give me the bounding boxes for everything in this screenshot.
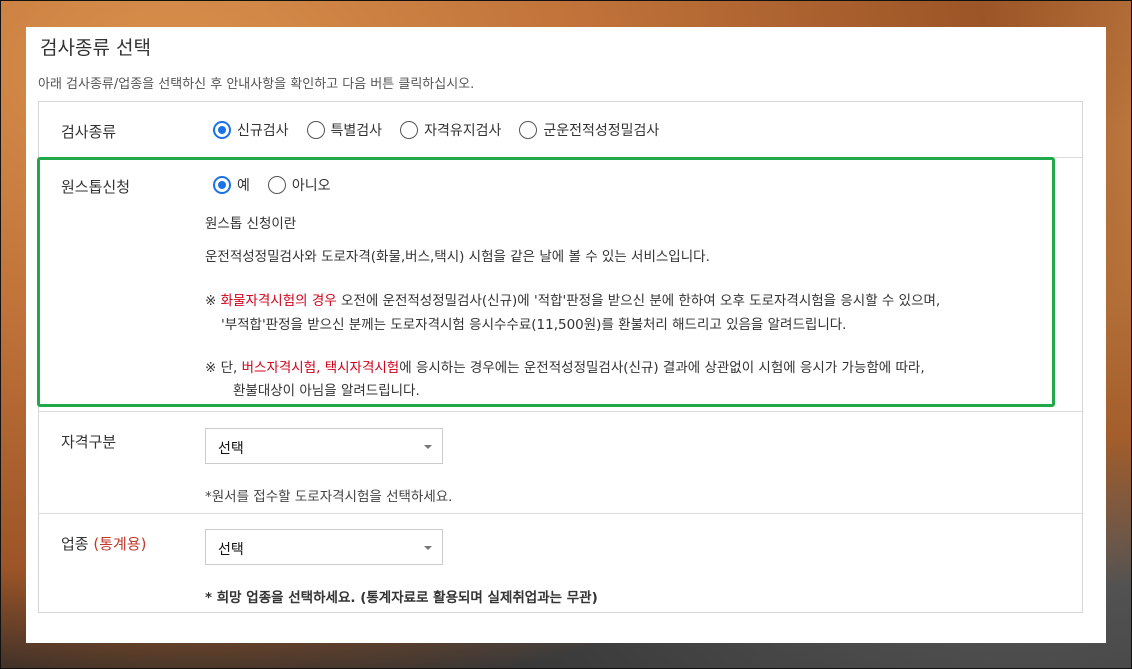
- exam-type-label: 검사종류: [61, 123, 117, 141]
- onestop-info-title: 원스톱 신청이란: [205, 216, 297, 232]
- page-description: 아래 검사종류/업종을 선택하신 후 안내사항을 확인하고 다음 버튼 클릭하십…: [38, 77, 475, 92]
- radio-unselected-icon[interactable]: [400, 121, 419, 139]
- exam-type-option-new[interactable]: 신규검사: [213, 120, 289, 140]
- qualification-select[interactable]: 선택: [205, 428, 443, 464]
- onestop-note-2: ※ 단, 버스자격시험, 택시자격시험에 응시하는 경우에는 운전적성정밀검사(…: [205, 358, 925, 378]
- exam-type-option-label: 자격유지검사: [424, 123, 502, 139]
- radio-selected-icon[interactable]: [213, 121, 231, 139]
- radio-selected-icon[interactable]: [213, 176, 231, 194]
- onestop-radio-group: 예 아니오: [213, 175, 349, 195]
- industry-row: 업종 (통계용) 선택 * 희망 업종을 선택하세요. (통계자료로 활용되며 …: [39, 513, 1082, 612]
- note-highlight: 화물자격시험의 경우: [220, 293, 337, 309]
- onestop-option-no[interactable]: 아니오: [267, 175, 331, 195]
- page-title: 검사종류 선택: [40, 37, 151, 59]
- qualification-help: *원서를 접수할 도로자격시험을 선택하세요.: [205, 489, 453, 505]
- chevron-down-icon: [424, 546, 432, 550]
- exam-type-option-label: 신규검사: [237, 123, 289, 139]
- radio-unselected-icon[interactable]: [519, 121, 538, 139]
- exam-type-option-maintain[interactable]: 자격유지검사: [400, 120, 501, 140]
- onestop-option-label: 아니오: [291, 178, 331, 194]
- radio-unselected-icon[interactable]: [306, 121, 325, 139]
- chevron-down-icon: [424, 445, 432, 449]
- onestop-label: 원스톱신청: [61, 178, 131, 196]
- form-table: 검사종류 신규검사 특별검사 자격유지검사 군운전적성정밀검사 원스톱신청 예 …: [38, 101, 1083, 613]
- exam-type-option-military[interactable]: 군운전적성정밀검사: [519, 120, 659, 140]
- exam-selection-panel: 검사종류 선택 아래 검사종류/업종을 선택하신 후 안내사항을 확인하고 다음…: [26, 27, 1106, 643]
- industry-select-value: 선택: [218, 542, 244, 558]
- note-mark: ※: [205, 293, 221, 309]
- note-text: 에 응시하는 경우에는 운전적성정밀검사(신규) 결과에 상관없이 시험에 응시…: [399, 360, 925, 376]
- exam-type-row: 검사종류 신규검사 특별검사 자격유지검사 군운전적성정밀검사: [39, 102, 1082, 158]
- note-mark: ※ 단,: [205, 360, 242, 376]
- qualification-label: 자격구분: [61, 433, 117, 451]
- industry-label-text: 업종: [61, 535, 89, 553]
- exam-type-option-label: 특별검사: [330, 123, 383, 139]
- qualification-select-value: 선택: [218, 441, 244, 457]
- industry-label-suffix: (통계용): [93, 535, 147, 553]
- onestop-option-label: 예: [237, 178, 250, 194]
- industry-select[interactable]: 선택: [205, 529, 443, 565]
- onestop-row: 원스톱신청 예 아니오 원스톱 신청이란 운전적성정밀검사와 도로자격(화물,버…: [39, 157, 1082, 412]
- onestop-info-description: 운전적성정밀검사와 도로자격(화물,버스,택시) 시험을 같은 날에 볼 수 있…: [205, 249, 710, 265]
- onestop-note-2-line-2: 환불대상이 아님을 알려드립니다.: [233, 383, 420, 399]
- exam-type-option-label: 군운전적성정밀검사: [543, 123, 660, 139]
- exam-type-radio-group: 신규검사 특별검사 자격유지검사 군운전적성정밀검사: [213, 120, 677, 140]
- industry-help: * 희망 업종을 선택하세요. (통계자료로 활용되며 실제취업과는 무관): [205, 590, 598, 606]
- onestop-option-yes[interactable]: 예: [213, 175, 250, 195]
- industry-label: 업종 (통계용): [61, 533, 147, 554]
- qualification-row: 자격구분 선택 *원서를 접수할 도로자격시험을 선택하세요.: [39, 411, 1082, 514]
- onestop-note-1-line-2: '부적합'판정을 받으신 분께는 도로자격시험 응시수수료(11,500원)를 …: [221, 317, 847, 333]
- note-highlight: 버스자격시험, 택시자격시험: [241, 360, 400, 376]
- radio-unselected-icon[interactable]: [267, 176, 286, 194]
- onestop-note-1: ※ 화물자격시험의 경우 오전에 운전적성정밀검사(신규)에 '적합'판정을 받…: [205, 291, 940, 311]
- exam-type-option-special[interactable]: 특별검사: [306, 120, 383, 140]
- note-text: 오전에 운전적성정밀검사(신규)에 '적합'판정을 받으신 분에 한하여 오후 …: [336, 293, 941, 309]
